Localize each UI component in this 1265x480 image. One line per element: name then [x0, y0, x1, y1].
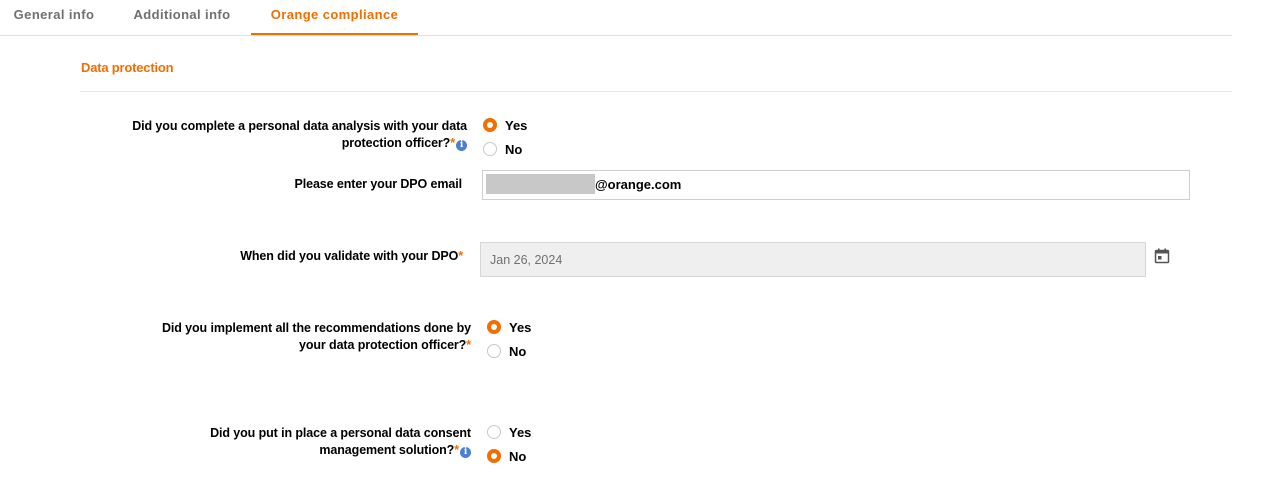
- required-mark: *: [458, 249, 463, 263]
- tab-general-info[interactable]: General info: [0, 0, 108, 34]
- required-mark: *: [450, 136, 455, 150]
- validation-date-label: When did you validate with your DPO*: [240, 248, 463, 265]
- question-line: Did you put in place a personal data con…: [210, 426, 471, 440]
- redacted-email-local-part: [486, 174, 595, 194]
- tab-orange-compliance[interactable]: Orange compliance: [251, 0, 418, 35]
- radio-no[interactable]: [487, 344, 501, 358]
- date-value: Jan 26, 2024: [490, 253, 563, 267]
- option-label: Yes: [509, 320, 532, 335]
- dpo-email-label: Please enter your DPO email: [294, 177, 462, 191]
- radio-yes-selected[interactable]: [483, 118, 497, 132]
- radio-no-selected[interactable]: [487, 449, 501, 463]
- question-text: your data protection officer?: [298, 338, 467, 352]
- required-mark: *: [454, 443, 459, 457]
- question-text: management solution?: [319, 443, 455, 457]
- question-line: protection officer?* i: [132, 135, 467, 152]
- option-label: No: [505, 142, 523, 157]
- calendar-icon[interactable]: [1154, 248, 1170, 264]
- dpo-email-input[interactable]: @orange.com: [482, 170, 1190, 200]
- question-implement-recommendations: Did you implement all the recommendation…: [162, 320, 471, 354]
- question-personal-data-analysis: Did you complete a personal data analysi…: [132, 118, 467, 152]
- question-line: Did you complete a personal data analysi…: [132, 119, 467, 133]
- radio-yes-selected[interactable]: [487, 320, 501, 334]
- option-label: Yes: [505, 118, 528, 133]
- option-label: No: [509, 344, 527, 359]
- required-mark: *: [466, 338, 471, 352]
- option-label: No: [509, 449, 527, 464]
- section-divider: [80, 91, 1232, 92]
- question-line: Did you implement all the recommendation…: [161, 321, 471, 335]
- question-text: When did you validate with your DPO: [240, 249, 459, 263]
- section-title: Data protection: [81, 60, 174, 75]
- question-text: protection officer?: [341, 136, 451, 150]
- validation-date-input[interactable]: Jan 26, 2024: [480, 242, 1146, 277]
- question-consent-management: Did you put in place a personal data con…: [210, 425, 471, 459]
- email-domain: @orange.com: [595, 177, 682, 192]
- option-label: Yes: [509, 425, 532, 440]
- question-line: your data protection officer?*: [162, 337, 471, 354]
- info-icon[interactable]: i: [460, 447, 471, 458]
- radio-yes[interactable]: [487, 425, 501, 439]
- question-line: management solution?* i: [210, 442, 471, 459]
- info-icon[interactable]: i: [456, 140, 467, 151]
- radio-no[interactable]: [483, 142, 497, 156]
- tab-bar: General info Additional info Orange comp…: [0, 0, 1232, 36]
- tab-additional-info[interactable]: Additional info: [117, 0, 247, 34]
